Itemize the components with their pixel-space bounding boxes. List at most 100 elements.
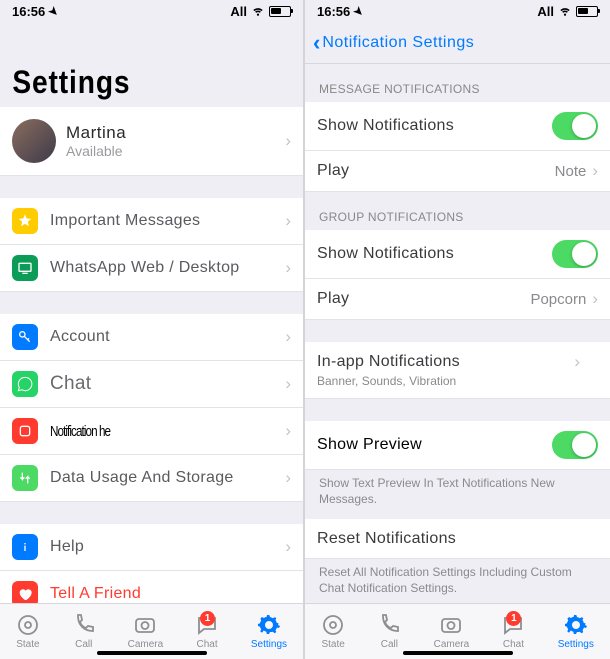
tab-label: Camera	[434, 639, 470, 650]
tab-label: Call	[75, 639, 92, 650]
chevron-icon: ›	[592, 161, 598, 181]
row-tell-friend[interactable]: Tell A Friend	[0, 571, 303, 603]
status-time: 16:56	[12, 4, 45, 19]
data-icon	[12, 465, 38, 491]
row-label: Tell A Friend	[50, 585, 291, 603]
key-icon	[12, 324, 38, 350]
chevron-icon: ›	[285, 468, 291, 488]
row-subtitle: Banner, Sounds, Vibration	[317, 374, 456, 388]
whatsapp-icon	[12, 371, 38, 397]
tab-label: State	[16, 639, 39, 650]
tab-camera[interactable]: Camera	[434, 613, 470, 650]
chevron-icon: ›	[285, 258, 291, 278]
tab-state[interactable]: State	[321, 613, 345, 650]
page-title: Settings	[0, 22, 267, 107]
tab-chat[interactable]: Chat1	[501, 613, 525, 650]
row-label: Play	[317, 162, 555, 180]
tab-label: Settings	[251, 639, 287, 650]
row-label: In-app Notifications	[317, 353, 574, 371]
status-bar: 16:56➤ All	[0, 0, 303, 22]
tab-label: State	[321, 639, 344, 650]
star-icon	[12, 208, 38, 234]
tab-settings[interactable]: Settings	[251, 613, 287, 650]
row-important[interactable]: Important Messages ›	[0, 198, 303, 245]
location-icon: ➤	[46, 3, 62, 19]
signal-label: All	[230, 4, 247, 19]
tab-label: Camera	[128, 639, 164, 650]
toggle-switch[interactable]	[552, 112, 598, 140]
tab-label: Chat	[503, 639, 524, 650]
tab-call[interactable]: Call	[377, 613, 401, 650]
notification-icon	[12, 418, 38, 444]
tab-label: Chat	[196, 639, 217, 650]
row-label: Important Messages	[50, 212, 285, 230]
row-preview[interactable]: Show Preview	[305, 421, 610, 470]
section-footer: Show Text Preview In Text Notifications …	[305, 470, 610, 519]
status-bar: 16:56➤ All	[305, 0, 610, 22]
row-value: Popcorn	[530, 291, 586, 308]
tab-camera[interactable]: Camera	[128, 613, 164, 650]
row-label: Data Usage And Storage	[50, 469, 285, 487]
row-show-notif-group[interactable]: Show Notifications	[305, 230, 610, 279]
row-label: Notification he	[50, 423, 234, 440]
desktop-icon	[12, 255, 38, 281]
row-label: Chat	[50, 373, 285, 395]
toggle-switch[interactable]	[552, 431, 598, 459]
signal-label: All	[537, 4, 554, 19]
row-label: Help	[50, 538, 285, 556]
tab-label: Call	[381, 639, 398, 650]
section-header: MESSAGE NOTIFICATIONS	[305, 64, 610, 102]
row-label: Play	[317, 290, 530, 308]
row-label: WhatsApp Web / Desktop	[50, 259, 285, 277]
chevron-icon: ›	[285, 374, 291, 394]
row-data[interactable]: Data Usage And Storage ›	[0, 455, 303, 502]
row-desktop[interactable]: WhatsApp Web / Desktop ›	[0, 245, 303, 292]
row-play-group[interactable]: Play Popcorn ›	[305, 279, 610, 320]
row-value: Note	[555, 163, 587, 180]
heart-icon	[12, 581, 38, 603]
section-footer: Reset All Notification Settings Includin…	[305, 559, 610, 603]
row-account[interactable]: Account ›	[0, 314, 303, 361]
row-label: Show Preview	[317, 436, 552, 454]
row-label: Show Notifications	[317, 245, 552, 263]
home-indicator	[403, 651, 513, 655]
home-indicator	[97, 651, 207, 655]
battery-icon	[576, 6, 598, 17]
tab-chat[interactable]: Chat 1	[195, 613, 219, 650]
row-label: Reset Notifications	[317, 530, 598, 548]
row-inapp[interactable]: In-app Notifications › Banner, Sounds, V…	[305, 342, 610, 399]
profile-status: Available	[66, 143, 285, 159]
chevron-icon: ›	[574, 352, 580, 372]
row-chat[interactable]: Chat ›	[0, 361, 303, 408]
wifi-icon	[558, 3, 572, 20]
row-notification[interactable]: Notification he ›	[0, 408, 303, 455]
status-time: 16:56	[317, 4, 350, 19]
avatar	[12, 119, 56, 163]
row-reset[interactable]: Reset Notifications	[305, 519, 610, 559]
nav-title: Notification Settings	[322, 34, 474, 52]
info-icon	[12, 534, 38, 560]
tab-call[interactable]: Call	[72, 613, 96, 650]
chevron-icon: ›	[285, 421, 291, 441]
chevron-icon: ›	[285, 131, 291, 151]
tab-state[interactable]: State	[16, 613, 40, 650]
profile-row[interactable]: Martina Available ›	[0, 107, 303, 176]
location-icon: ➤	[351, 3, 367, 19]
tab-settings[interactable]: Settings	[558, 613, 594, 650]
battery-icon	[269, 6, 291, 17]
row-label: Show Notifications	[317, 117, 552, 135]
chevron-icon: ›	[592, 289, 598, 309]
row-play-msg[interactable]: Play Note ›	[305, 151, 610, 192]
back-chevron-icon[interactable]: ‹	[313, 30, 320, 56]
nav-bar[interactable]: ‹ Notification Settings	[305, 22, 610, 64]
section-header: GROUP NOTIFICATIONS	[305, 192, 610, 230]
toggle-switch[interactable]	[552, 240, 598, 268]
tab-label: Settings	[558, 639, 594, 650]
row-help[interactable]: Help ›	[0, 524, 303, 571]
chevron-icon: ›	[285, 211, 291, 231]
wifi-icon	[251, 3, 265, 20]
profile-name: Martina	[66, 123, 285, 143]
row-show-notif-msg[interactable]: Show Notifications	[305, 102, 610, 151]
row-label: Account	[50, 328, 285, 346]
badge: 1	[200, 611, 215, 626]
